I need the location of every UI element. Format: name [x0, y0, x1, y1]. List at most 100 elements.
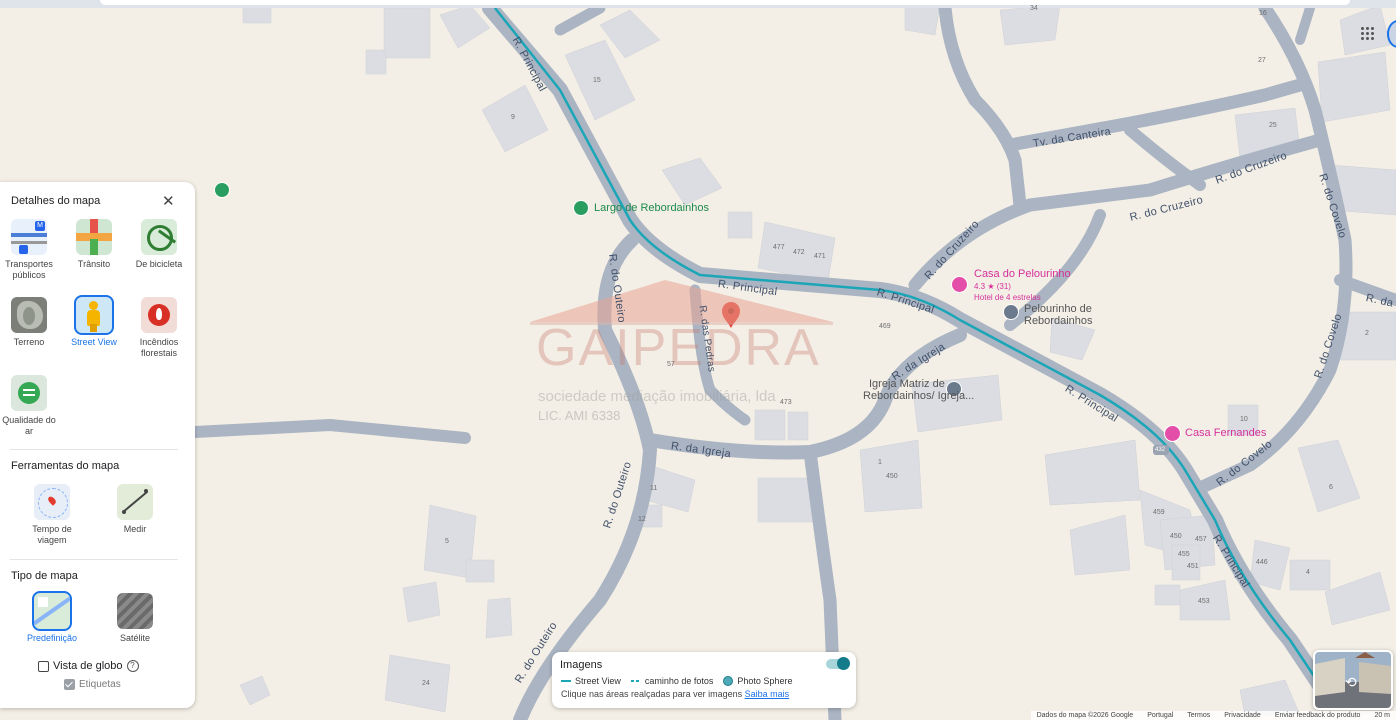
photo-path-line-icon — [630, 680, 641, 682]
help-icon[interactable]: ? — [126, 660, 139, 672]
house-number: 27 — [1258, 57, 1266, 64]
scale-bar[interactable]: 20 m — [1374, 712, 1390, 719]
poi-pelourinho-line2[interactable]: Rebordainhos — [1024, 315, 1093, 327]
house-number: 6 — [1329, 484, 1333, 491]
apps-grid-icon[interactable] — [1361, 27, 1374, 40]
house-number: 469 — [879, 323, 891, 330]
option-air-quality[interactable]: Qualidade do ar — [0, 375, 60, 437]
option-transit[interactable]: M Transportes públicos — [0, 219, 60, 281]
details-title: Detalhes do mapa — [11, 195, 101, 207]
option-satellite[interactable]: Satélite — [104, 593, 166, 644]
street-view-thumbnail[interactable]: ⟲ — [1313, 650, 1393, 710]
house-number: 9 — [511, 114, 515, 121]
privacy-link[interactable]: Privacidade — [1224, 712, 1261, 719]
watermark-license: LIC. AMI 6338 — [538, 408, 621, 423]
checkbox[interactable] — [64, 679, 75, 690]
option-traffic[interactable]: Trânsito — [63, 219, 125, 270]
imagery-toggle[interactable] — [826, 657, 850, 670]
poi-casa-pelourinho-label[interactable]: Casa do Pelourinho — [974, 268, 1071, 280]
labels-label: Etiquetas — [79, 679, 121, 690]
imagery-legend: Street View caminho de fotos Photo Spher… — [561, 676, 792, 686]
option-wildfire[interactable]: Incêndios florestais — [128, 297, 190, 359]
traffic-icon — [76, 219, 112, 255]
street-view-icon — [74, 295, 114, 335]
street-view-legend-label: Street View — [575, 676, 621, 686]
learn-more-link[interactable]: Saiba mais — [745, 689, 790, 699]
labels-checkbox[interactable]: Etiquetas — [64, 679, 121, 690]
watermark-brand: GAIPEDRA — [536, 319, 821, 377]
poi-casa-fernandes-label[interactable]: Casa Fernandes — [1185, 427, 1266, 439]
house-number: 10 — [1240, 416, 1248, 423]
air-quality-icon — [11, 375, 47, 411]
transit-icon: M — [11, 219, 47, 255]
measure-icon — [117, 484, 153, 520]
imagery-title: Imagens — [560, 659, 603, 671]
house-number: 446 — [1256, 559, 1268, 566]
wildfire-icon — [141, 297, 177, 333]
bicycle-icon — [141, 219, 177, 255]
house-number: 25 — [1269, 122, 1277, 129]
street-view-line-icon — [561, 680, 571, 682]
house-number: 450 — [886, 473, 898, 480]
house-number: 477 — [773, 244, 785, 251]
map-data-attribution: Dados do mapa ©2026 Google — [1036, 712, 1134, 719]
imagery-hint-text: Clique nas áreas realçadas para ver imag… — [561, 689, 743, 699]
photo-sphere-legend-label: Photo Sphere — [737, 676, 793, 686]
house-number: 1 — [878, 459, 882, 466]
house-number: 5 — [445, 538, 449, 545]
terrain-icon — [11, 297, 47, 333]
poi-igreja-line2[interactable]: Rebordainhos/ Igreja... — [863, 390, 974, 402]
poi-largo-label[interactable]: Largo de Rebordainhos — [594, 202, 709, 214]
house-number: 15 — [593, 77, 601, 84]
checkbox[interactable] — [38, 660, 49, 672]
watermark-tagline: sociedade mediação imobiliária, lda — [538, 388, 776, 405]
divider — [10, 559, 178, 560]
landmark-icon[interactable] — [1003, 304, 1019, 320]
option-travel-time[interactable]: Tempo de viagem — [21, 484, 83, 546]
option-measure[interactable]: Medir — [104, 484, 166, 535]
hotel-icon[interactable] — [1164, 425, 1181, 442]
house-number: 4 — [1306, 569, 1310, 576]
globe-view-checkbox[interactable]: Vista de globo ? — [38, 660, 139, 672]
hotel-icon[interactable] — [951, 276, 968, 293]
house-number: 471 — [814, 253, 826, 260]
option-default-map[interactable]: Predefinição — [21, 591, 83, 644]
house-number: 455 — [1178, 551, 1190, 558]
imagery-legend-card: Imagens Street View caminho de fotos Pho… — [552, 652, 856, 708]
house-number: 12 — [638, 516, 646, 523]
option-street-view[interactable]: Street View — [63, 295, 125, 348]
rotate-icon: ⟲ — [1345, 674, 1357, 690]
house-number: 24 — [422, 680, 430, 687]
map-type-title: Tipo de mapa — [11, 570, 78, 582]
park-icon[interactable] — [214, 182, 230, 198]
top-bar — [0, 0, 1396, 8]
map-footer: Dados do mapa ©2026 Google Portugal Term… — [1030, 711, 1396, 720]
option-bicycle[interactable]: De bicicleta — [128, 219, 190, 270]
photo-sphere-icon — [723, 676, 734, 686]
poi-pelourinho-line1[interactable]: Pelourinho de — [1024, 303, 1092, 315]
travel-time-icon — [34, 484, 70, 520]
poi-casa-pelourinho-type: Hotel de 4 estrelas — [974, 293, 1041, 302]
option-terrain[interactable]: Terreno — [0, 297, 60, 348]
house-number: 472 — [793, 249, 805, 256]
country-link[interactable]: Portugal — [1147, 712, 1173, 719]
divider — [10, 449, 178, 450]
house-number: 34 — [1030, 5, 1038, 12]
park-icon[interactable] — [573, 200, 589, 216]
close-icon[interactable]: ✕ — [162, 192, 175, 210]
route-marker-number: 432 — [1155, 447, 1166, 453]
satellite-icon — [117, 593, 153, 629]
house-number: 453 — [1198, 598, 1210, 605]
globe-view-label: Vista de globo — [53, 660, 123, 672]
tools-title: Ferramentas do mapa — [11, 460, 120, 472]
house-number: 2 — [1365, 330, 1369, 337]
poi-igreja-line1[interactable]: Igreja Matriz de — [869, 378, 945, 390]
house-number: 459 — [1153, 509, 1165, 516]
imagery-hint: Clique nas áreas realçadas para ver imag… — [561, 689, 789, 699]
house-number: 57 — [667, 361, 675, 368]
map-details-panel: Detalhes do mapa ✕ M Transportes público… — [0, 182, 195, 708]
default-map-icon — [32, 591, 72, 631]
feedback-link[interactable]: Enviar feedback do produto — [1275, 712, 1361, 719]
terms-link[interactable]: Termos — [1187, 712, 1210, 719]
house-number: 16 — [1259, 10, 1267, 17]
